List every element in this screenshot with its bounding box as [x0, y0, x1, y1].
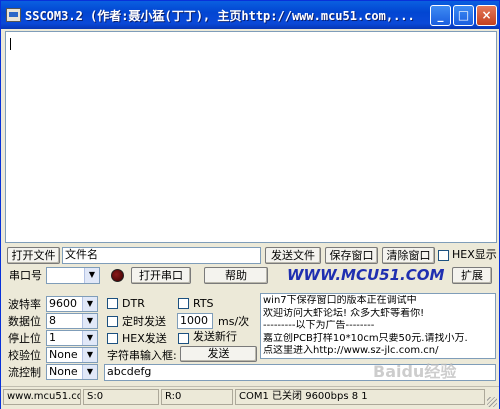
parity-select[interactable]: None ▼	[46, 347, 98, 363]
hex-send-label: HEX发送	[122, 332, 167, 345]
brand-link[interactable]: WWW.MCU51.COM	[287, 266, 444, 284]
flow-control-label: 流控制	[8, 366, 41, 379]
chevron-down-icon: ▼	[82, 365, 97, 379]
dtr-label: DTR	[122, 297, 145, 310]
maximize-icon: □	[457, 8, 470, 22]
app-window: SSCOM3.2 (作者:聂小猛(丁丁), 主页http://www.mcu51…	[0, 0, 500, 409]
port-select[interactable]: ▼	[46, 267, 100, 284]
ad-line: 嘉立创PCB打样10*10cm只要50元.请找小万.	[263, 332, 468, 344]
status-sent-count: S:0	[83, 389, 159, 405]
send-newline-checkbox[interactable]	[178, 333, 189, 344]
baud-select-value: 9600	[49, 297, 77, 310]
help-button[interactable]: 帮助	[204, 267, 268, 284]
text-caret	[10, 38, 11, 50]
save-window-button[interactable]: 保存窗口	[325, 247, 378, 264]
send-file-button[interactable]: 发送文件	[265, 247, 321, 264]
port-label: 串口号	[9, 269, 42, 282]
ad-link[interactable]: 点这里进入http://www.sz-jlc.com.cn/	[263, 345, 493, 358]
timed-send-checkbox[interactable]	[107, 316, 118, 327]
status-site: www.mcu51.com	[3, 389, 81, 405]
open-file-button[interactable]: 打开文件	[7, 247, 60, 264]
minimize-button[interactable]: _	[430, 5, 451, 26]
resize-grip-icon[interactable]	[487, 397, 497, 407]
clear-window-button[interactable]: 清除窗口	[382, 247, 435, 264]
hex-send-checkbox[interactable]	[107, 333, 118, 344]
expand-button[interactable]: 扩展	[452, 267, 492, 284]
close-icon: ×	[481, 8, 492, 22]
chevron-down-icon: ▼	[82, 314, 97, 328]
baud-label: 波特率	[8, 298, 41, 311]
flow-control-select-value: None	[49, 365, 78, 378]
stop-bits-label: 停止位	[8, 332, 41, 345]
send-button[interactable]: 发送	[180, 346, 257, 362]
ad-line: win7下保存窗口的版本正在调试中	[263, 295, 417, 306]
close-button[interactable]: ×	[476, 5, 497, 26]
receive-textarea[interactable]	[5, 31, 497, 243]
data-bits-label: 数据位	[8, 315, 41, 328]
chevron-down-icon: ▼	[82, 297, 97, 311]
string-input-label: 字符串输入框:	[107, 349, 177, 362]
app-icon	[6, 8, 21, 22]
status-port-state: COM1 已关闭 9600bps 8 1	[235, 389, 485, 405]
chevron-down-icon: ▼	[82, 348, 97, 362]
ad-line: ---------以下为广告--------	[263, 320, 375, 331]
ad-info-panel[interactable]: win7下保存窗口的版本正在调试中 欢迎访问大虾论坛! 众多大虾等着你! ---…	[260, 293, 496, 359]
baud-select[interactable]: 9600 ▼	[46, 296, 98, 312]
status-bar: www.mcu51.com S:0 R:0 COM1 已关闭 9600bps 8…	[1, 386, 499, 409]
chevron-down-icon: ▼	[82, 331, 97, 345]
send-interval-input[interactable]: 1000	[177, 313, 213, 329]
window-title: SSCOM3.2 (作者:聂小猛(丁丁), 主页http://www.mcu51…	[25, 9, 415, 23]
chevron-down-icon: ▼	[84, 268, 99, 283]
rts-label: RTS	[193, 297, 214, 310]
port-status-led-icon	[111, 269, 124, 282]
filename-input[interactable]: 文件名	[62, 247, 261, 264]
parity-select-value: None	[49, 348, 78, 361]
watermark: Baidu经验	[373, 362, 457, 381]
dtr-checkbox[interactable]	[107, 298, 118, 309]
data-bits-select-value: 8	[49, 314, 56, 327]
flow-control-select[interactable]: None ▼	[46, 364, 98, 380]
timed-send-label: 定时发送	[122, 315, 166, 328]
open-port-button[interactable]: 打开串口	[131, 267, 191, 284]
title-bar[interactable]: SSCOM3.2 (作者:聂小猛(丁丁), 主页http://www.mcu51…	[1, 1, 499, 29]
data-bits-select[interactable]: 8 ▼	[46, 313, 98, 329]
minimize-icon: _	[437, 8, 444, 22]
interval-unit-label: ms/次	[218, 315, 250, 328]
status-received-count: R:0	[161, 389, 233, 405]
hex-display-label: HEX显示	[452, 248, 497, 261]
ad-line: 欢迎访问大虾论坛! 众多大虾等着你!	[263, 307, 425, 319]
parity-label: 校验位	[8, 349, 41, 362]
send-newline-label: 发送新行	[193, 330, 237, 343]
maximize-button[interactable]: □	[453, 5, 474, 26]
stop-bits-select[interactable]: 1 ▼	[46, 330, 98, 346]
hex-display-checkbox[interactable]	[438, 250, 449, 261]
rts-checkbox[interactable]	[178, 298, 189, 309]
stop-bits-select-value: 1	[49, 331, 56, 344]
